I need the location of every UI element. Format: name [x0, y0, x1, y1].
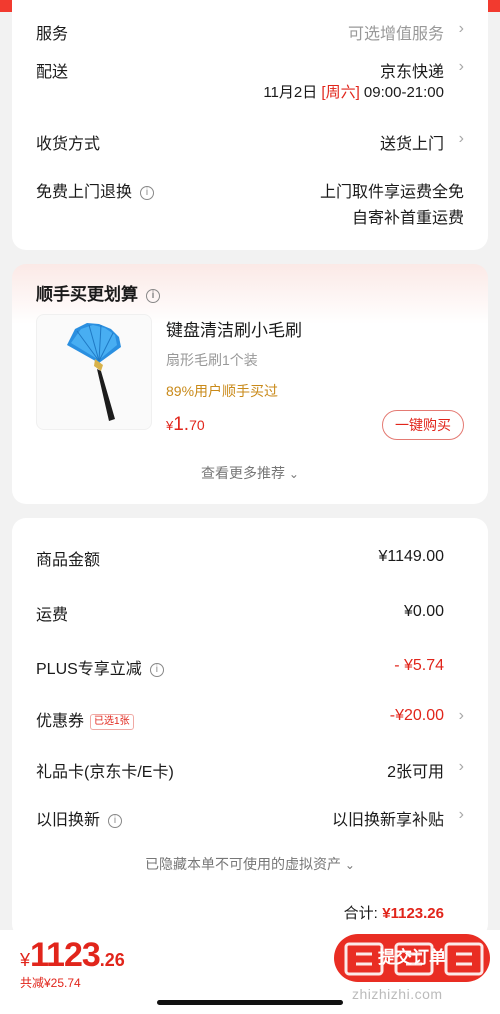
chevron-right-icon: › [458, 806, 464, 823]
shipping-label: 配送 [36, 64, 69, 81]
bottom-checkout-bar: ¥1123.26 共减¥25.74 提交订单 zhizhizhi.com [0, 930, 500, 1014]
subtotal-wrap: 合计: ¥1123.26 [344, 902, 444, 923]
plus-discount-value: - ¥5.74 [394, 657, 444, 674]
free-return-label: 免费上门退换 [36, 184, 133, 201]
service-value: 可选增值服务 [347, 26, 444, 43]
upsell-product-spec: 扇形毛刷1个装 [166, 352, 258, 368]
fan-brush-icon [67, 323, 121, 421]
chevron-right-icon: › [458, 707, 464, 724]
upsell-product-stat: 89%用户顺手买过 [166, 383, 279, 399]
freight-label: 运费 [36, 607, 69, 624]
one-click-buy-button[interactable]: 一键购买 [382, 410, 464, 440]
plus-discount-label: PLUS专享立减 [36, 661, 142, 678]
chevron-right-icon: › [458, 20, 464, 37]
upsell-title: 顺手买更划算 [36, 285, 138, 304]
coupon-value: -¥20.00 [389, 707, 444, 724]
info-icon[interactable]: i [140, 186, 155, 200]
delivery-datetime: 11月2日 [周六] 09:00-21:00 [263, 81, 444, 102]
see-more-recommendations[interactable]: 查看更多推荐 ⌄ [12, 463, 488, 483]
gift-card-value: 2张可用 [387, 764, 444, 781]
free-return-value-1: 上门取件享运费全免 [319, 184, 464, 201]
upsell-product-price: ¥1.70 [166, 414, 205, 436]
submit-order-button[interactable]: 提交订单 [334, 934, 490, 982]
goods-amount-label: 商品金额 [36, 552, 101, 569]
total-saved: 共减¥25.74 [20, 976, 81, 990]
goods-amount-value: ¥1149.00 [378, 548, 444, 565]
freight-value: ¥0.00 [403, 603, 444, 620]
info-icon[interactable]: i [149, 663, 164, 677]
chevron-right-icon: › [458, 758, 464, 775]
receive-method-value: 送货上门 [379, 136, 444, 153]
delivery-card: 服务 可选增值服务 › 配送 京东快递 › 11月2日 [周六] 09:00-2… [12, 0, 488, 250]
total-int: 1123 [30, 936, 101, 974]
coupon-selected-badge: 已选1张 [90, 714, 134, 730]
total-dec: .26 [99, 950, 125, 970]
chevron-down-icon: ⌄ [344, 858, 355, 872]
order-total: ¥1123.26 [20, 936, 125, 975]
info-icon[interactable]: i [108, 814, 123, 828]
chevron-down-icon: ⌄ [288, 467, 299, 481]
trade-in-value: 以旧换新享补贴 [331, 812, 444, 829]
coupon-label: 优惠券 [36, 713, 85, 730]
hidden-assets-label: 已隐藏本单不可使用的虚拟资产 [145, 856, 342, 872]
service-label: 服务 [36, 26, 69, 43]
subtotal-value: ¥1123.26 [382, 905, 444, 922]
subtotal-label: 合计: [343, 905, 378, 922]
upsell-product-name[interactable]: 键盘清洁刷小毛刷 [166, 316, 302, 341]
price-summary-card: 商品金额 ¥1149.00 运费 ¥0.00 PLUS专享立减 i - ¥5.74… [12, 518, 488, 938]
delivery-date: 11月2日 [263, 84, 318, 101]
upsell-card: 顺手买更划算 i 键盘清洁刷小毛刷 扇形毛刷1个装 89%用户顺手买过 ¥1.70… [12, 264, 488, 504]
trade-in-label: 以旧换新 [36, 812, 101, 829]
plus-discount-label-wrap: PLUS专享立减 i [36, 655, 164, 679]
see-more-label: 查看更多推荐 [201, 465, 286, 481]
fan-brush-product-image[interactable] [36, 314, 152, 430]
price-int: 1. [173, 414, 190, 435]
home-indicator [157, 1000, 343, 1005]
shipping-value: 京东快递 [379, 64, 444, 81]
free-return-label-wrap: 免费上门退换 i [36, 178, 155, 202]
gift-card-label: 礼品卡(京东卡/E卡) [36, 764, 174, 781]
delivery-time: 09:00-21:00 [363, 84, 444, 101]
free-return-value-2: 自寄补首重运费 [351, 210, 464, 227]
total-yen: ¥ [20, 950, 31, 970]
upsell-title-wrap: 顺手买更划算 i [36, 280, 160, 305]
watermark-url: zhizhizhi.com [352, 986, 443, 1002]
trade-in-label-wrap: 以旧换新 i [36, 806, 123, 830]
hidden-assets-toggle[interactable]: 已隐藏本单不可使用的虚拟资产 ⌄ [12, 854, 488, 874]
chevron-right-icon: › [458, 130, 464, 147]
info-icon[interactable]: i [146, 289, 160, 303]
coupon-label-wrap: 优惠券 已选1张 [36, 707, 134, 731]
receive-method-label: 收货方式 [36, 136, 101, 153]
delivery-weekday: [周六] [321, 84, 360, 101]
chevron-right-icon: › [458, 58, 464, 75]
price-dec: 70 [189, 417, 205, 433]
